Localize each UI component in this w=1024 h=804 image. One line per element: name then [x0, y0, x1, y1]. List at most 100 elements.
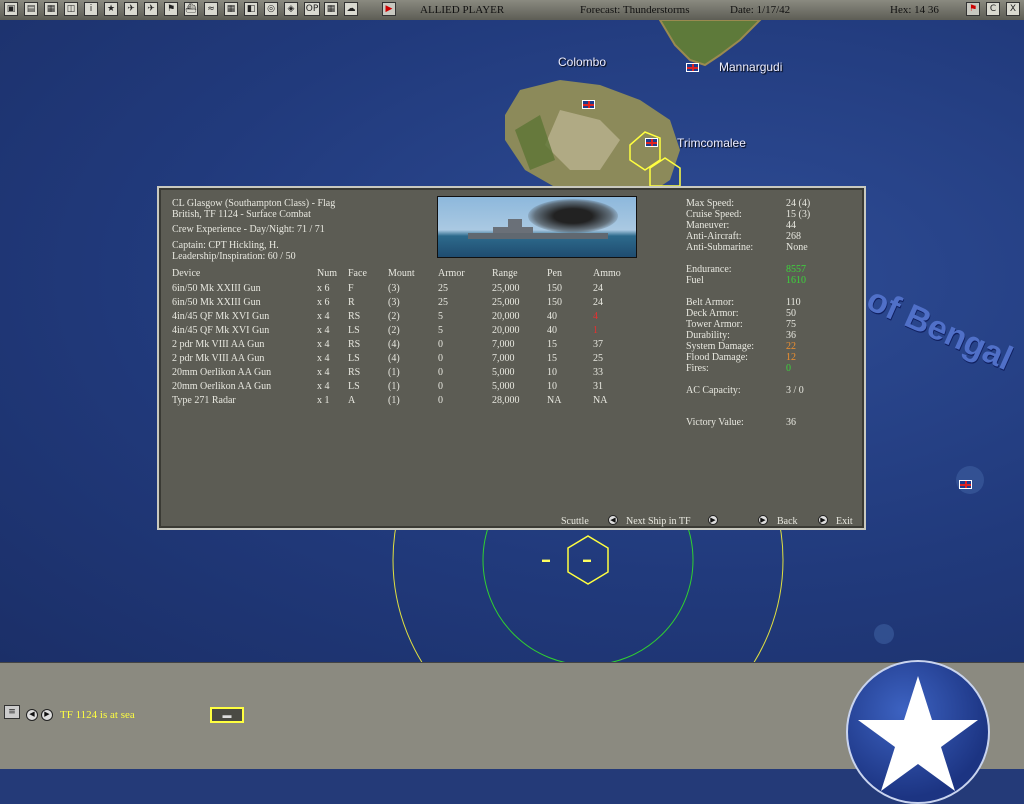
x-icon[interactable]: X — [1006, 2, 1020, 16]
ship-details-dialog: CL Glasgow (Southampton Class) - Flag Br… — [157, 186, 866, 530]
stat-label: Endurance: — [686, 264, 732, 275]
op-icon[interactable]: OP — [304, 2, 320, 16]
ship-task-force: British, TF 1124 - Surface Combat — [172, 209, 311, 220]
weapon-cell: 1 — [593, 325, 598, 336]
weapon-cell: 7,000 — [492, 353, 515, 364]
cloud-icon[interactable]: ☁ — [344, 2, 358, 16]
weapon-cell: (4) — [388, 339, 400, 350]
flag-icon[interactable]: ⚑ — [164, 2, 178, 16]
flag-icon[interactable] — [582, 100, 595, 109]
weapon-cell: 6in/50 Mk XXIII Gun — [172, 283, 261, 294]
weapon-cell: R — [348, 297, 355, 308]
stat-label: Max Speed: — [686, 198, 735, 209]
tf-status: TF 1124 is at sea — [60, 709, 135, 721]
star-icon[interactable]: ★ — [104, 2, 118, 16]
ship-icon[interactable]: ▬ — [210, 707, 244, 723]
us-star-emblem — [846, 660, 990, 804]
info-icon[interactable]: i — [84, 2, 98, 16]
captain-name: Captain: CPT Hickling, H. — [172, 240, 279, 251]
weapon-cell: 4in/45 QF Mk XVI Gun — [172, 311, 270, 322]
stat-value: 15 (3) — [786, 209, 811, 220]
stat-label: Belt Armor: — [686, 297, 735, 308]
ship-icon[interactable]: ▬ — [542, 555, 550, 564]
back-button[interactable]: Back — [777, 516, 798, 527]
weapon-cell: 20,000 — [492, 311, 520, 322]
weapon-cell: 150 — [547, 283, 562, 294]
ship-icon[interactable]: ⛴ — [184, 2, 198, 16]
c-icon[interactable]: C — [986, 2, 1000, 16]
weapon-cell: 0 — [438, 367, 443, 378]
ship-name: CL Glasgow (Southampton Class) - Flag — [172, 198, 336, 209]
stat-label: Deck Armor: — [686, 308, 739, 319]
column-header: Armor — [438, 268, 465, 279]
flag-icon[interactable] — [686, 63, 699, 72]
weapon-cell: (2) — [388, 325, 400, 336]
report-icon[interactable]: ▤ — [24, 2, 38, 16]
weapon-cell: x 4 — [317, 339, 330, 350]
map-icon[interactable]: ▣ — [4, 2, 18, 16]
next-ship-button[interactable]: Next Ship in TF — [626, 516, 691, 527]
weapon-cell: 0 — [438, 353, 443, 364]
globe-icon[interactable]: ◎ — [264, 2, 278, 16]
weapon-cell: x 6 — [317, 283, 330, 294]
plane2-icon[interactable]: ✈ — [144, 2, 158, 16]
list-icon[interactable]: ▦ — [44, 2, 58, 16]
weapon-cell: 10 — [547, 367, 557, 378]
exit-icon[interactable]: ▶ — [818, 515, 828, 525]
top-toolbar: ▣ ▤ ▦ ◫ i ★ ✈ ✈ ⚑ ⛴ ≈ ▦ ◧ ◎ ◈ OP ▦ ☁ ▶ ALLIED PLAYER Fore… — [0, 0, 1024, 21]
weapon-cell: x 1 — [317, 395, 330, 406]
weapon-cell: 5,000 — [492, 367, 515, 378]
column-header: Range — [492, 268, 518, 279]
stat-label: Victory Value: — [686, 417, 744, 428]
flag-icon[interactable] — [645, 138, 658, 147]
next-ship-icon[interactable]: ▶ — [708, 515, 718, 525]
zone-icon[interactable]: ◈ — [284, 2, 298, 16]
weapon-cell: 25 — [438, 283, 448, 294]
star-icon — [858, 676, 978, 791]
weapon-cell: 10 — [547, 381, 557, 392]
stat-value: 8557 — [786, 264, 806, 275]
weapon-cell: 6in/50 Mk XXIII Gun — [172, 297, 261, 308]
stat-label: Tower Armor: — [686, 319, 743, 330]
back-icon[interactable]: ▶ — [758, 515, 768, 525]
play-turn-icon[interactable]: ▶ — [382, 2, 396, 16]
weapon-cell: 20mm Oerlikon AA Gun — [172, 381, 272, 392]
weapon-cell: (2) — [388, 311, 400, 322]
stat-label: AC Capacity: — [686, 385, 741, 396]
weapon-cell: RS — [348, 311, 361, 322]
weapon-cell: x 4 — [317, 325, 330, 336]
routes-icon[interactable]: ≈ — [204, 2, 218, 16]
weapon-cell: RS — [348, 367, 361, 378]
weapon-cell: 150 — [547, 297, 562, 308]
ship-picture — [437, 196, 637, 258]
grid-icon[interactable]: ▦ — [324, 2, 338, 16]
flag-icon[interactable] — [959, 480, 972, 489]
units-icon[interactable]: ◧ — [244, 2, 258, 16]
air-icon[interactable]: ◫ — [64, 2, 78, 16]
stat-value: 22 — [786, 341, 796, 352]
prev-tf-icon[interactable]: ◀ — [26, 709, 38, 721]
weapon-cell: 5 — [438, 325, 443, 336]
stat-value: 24 (4) — [786, 198, 811, 209]
flag-icon[interactable]: ⚑ — [966, 2, 980, 16]
weapon-cell: 25,000 — [492, 297, 520, 308]
ship-icon[interactable]: ▬ — [583, 555, 591, 564]
weapon-cell: LS — [348, 353, 360, 364]
stat-value: 1610 — [786, 275, 806, 286]
weapon-cell: (1) — [388, 395, 400, 406]
exit-button[interactable]: Exit — [836, 516, 853, 527]
prev-ship-icon[interactable]: ◀ — [608, 515, 618, 525]
weapon-cell: 5,000 — [492, 381, 515, 392]
plane-icon[interactable]: ✈ — [124, 2, 138, 16]
ship-list-icon[interactable]: ≡ — [4, 705, 20, 719]
weapon-cell: 24 — [593, 297, 603, 308]
scuttle-button[interactable]: Scuttle — [561, 516, 589, 527]
next-tf-icon[interactable]: ▶ — [41, 709, 53, 721]
weapon-cell: 33 — [593, 367, 603, 378]
weapon-cell: 5 — [438, 311, 443, 322]
map-label-colombo: Colombo — [558, 55, 607, 69]
fleet-icon[interactable]: ▦ — [224, 2, 238, 16]
crew-experience: Crew Experience - Day/Night: 71 / 71 — [172, 224, 325, 235]
weapon-cell: 4 — [593, 311, 598, 322]
weapon-cell: (4) — [388, 353, 400, 364]
